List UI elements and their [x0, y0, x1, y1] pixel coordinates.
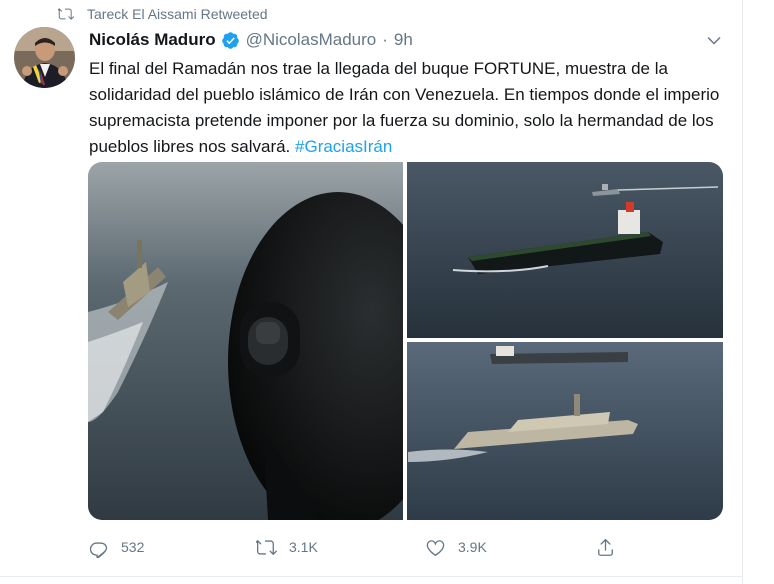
retweet-button[interactable]: 3.1K	[256, 532, 318, 562]
tweet-actions: 532 3.1K 3.9K	[88, 532, 728, 562]
author-name[interactable]: Nicolás Maduro	[89, 30, 216, 50]
hashtag-link[interactable]: #GraciasIrán	[295, 137, 392, 156]
retweet-context-label: Tareck El Aissami Retweeted	[87, 6, 268, 22]
reply-button[interactable]: 532	[88, 532, 144, 562]
like-count: 3.9K	[458, 539, 487, 555]
reply-count: 532	[121, 539, 145, 555]
tweet-media-grid	[88, 162, 723, 520]
share-button[interactable]	[595, 532, 628, 562]
retweet-count: 3.1K	[289, 539, 318, 555]
author-handle[interactable]: @NicolasMaduro	[246, 30, 377, 50]
tweet-timestamp[interactable]: 9h	[394, 30, 413, 50]
retweet-context[interactable]: Tareck El Aissami Retweeted	[58, 4, 268, 24]
timeline-border	[742, 0, 743, 584]
reply-icon	[89, 541, 108, 558]
avatar[interactable]	[14, 27, 75, 88]
separator-dot: ·	[382, 30, 388, 49]
like-button[interactable]: 3.9K	[425, 532, 487, 562]
tweet-divider	[0, 576, 742, 577]
tweet-header: Nicolás Maduro @NicolasMaduro · 9h	[89, 29, 413, 51]
photo-escort-ship[interactable]	[407, 342, 723, 520]
like-icon	[426, 539, 445, 556]
tweet-text: El final del Ramadán nos trae la llegada…	[89, 59, 720, 156]
retweet-icon	[58, 8, 74, 20]
tweet-body: El final del Ramadán nos trae la llegada…	[89, 56, 729, 160]
photo-helicopter-view[interactable]	[88, 162, 448, 520]
chevron-down-icon[interactable]	[705, 31, 723, 49]
photo-tanker-fortune[interactable]	[407, 162, 723, 338]
retweet-icon	[256, 539, 277, 555]
share-icon	[598, 538, 613, 556]
verified-badge-icon	[221, 31, 239, 49]
